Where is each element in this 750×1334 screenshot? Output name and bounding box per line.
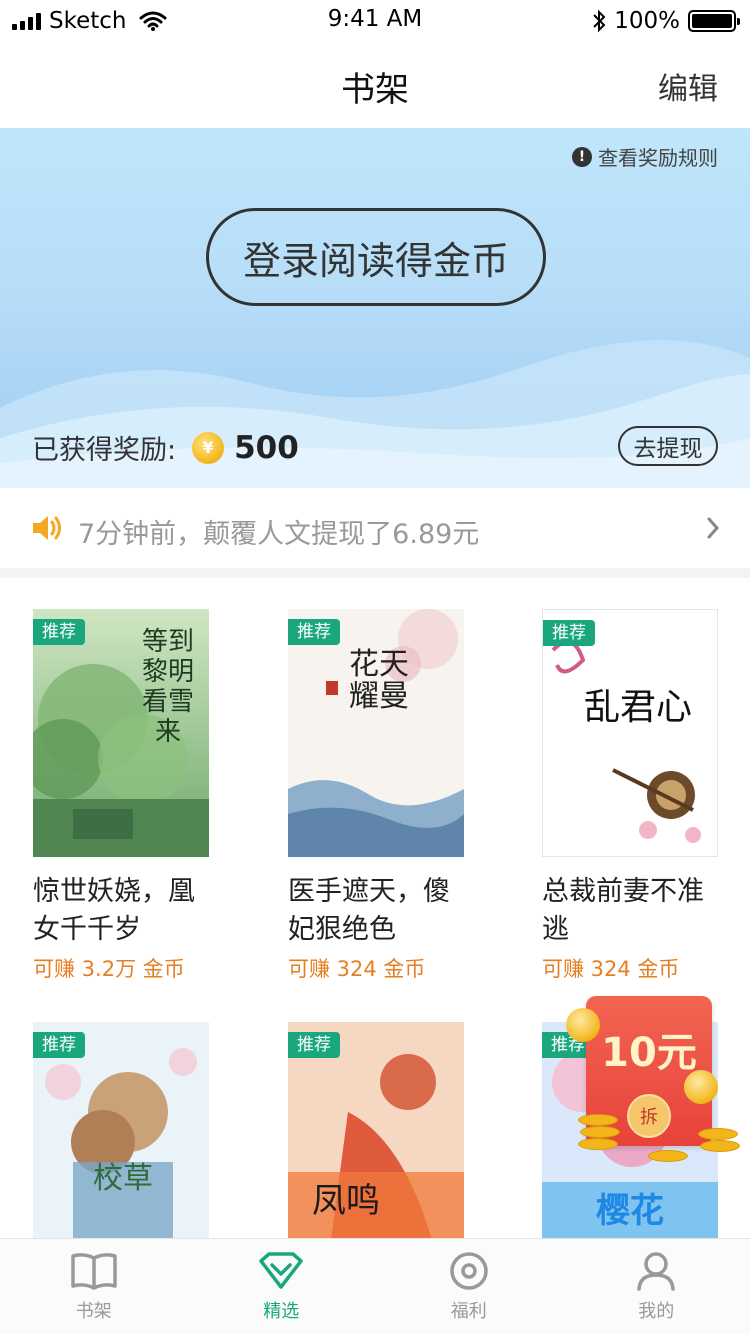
reward-label: 已获得奖励: [32,435,177,466]
book-cover: 推荐 乱君心 [542,609,718,857]
coin-icon [566,1008,600,1042]
coin-stack-icon [578,1114,618,1126]
book-card[interactable]: 推荐 凤鸣 [288,1022,464,1270]
edit-button[interactable]: 编辑 [658,64,718,108]
book-title: 惊世妖娆，凰女千千岁 [33,876,195,945]
tab-bookshelf[interactable]: 书架 [0,1239,188,1334]
bluetooth-icon [593,9,606,33]
recommend-tag: 推荐 [33,1032,85,1058]
page-title: 书架 [341,70,409,110]
coin-stack-icon [648,1150,688,1162]
book-earn: 可赚 324 金币 [542,957,680,981]
coin-stack-icon [698,1128,738,1140]
cover-title: 樱花 [596,1191,664,1231]
coin-icon [684,1070,718,1104]
cover-title: 乱君心 [583,687,692,728]
book-earn: 可赚 324 金币 [288,957,426,981]
reward-rules-link[interactable]: ! 查看奖励规则 [572,142,718,171]
welfare-icon [450,1252,488,1290]
book-icon [71,1253,117,1290]
tab-label: 书架 [75,1301,112,1322]
tab-label: 福利 [450,1301,487,1322]
coin-stack-icon [700,1140,740,1152]
book-title: 总裁前妻不准逃 [542,876,704,945]
coin-stack-icon [580,1126,620,1138]
featured-icon [259,1252,303,1289]
login-read-button[interactable]: 登录阅读得金币 [206,208,546,306]
battery-icon [688,10,740,32]
book-card[interactable]: 推荐 乱君心 总裁前妻不准逃 可赚 324 金币 [542,609,718,983]
reward-rules-label: 查看奖励规则 [598,146,718,170]
section-divider [0,568,750,578]
book-card[interactable]: 推荐 等到黎明看雪来 惊世妖娆，凰女千千岁 可赚 3.2万 金币 [33,609,209,983]
cover-title: 花天耀曼 [349,647,409,714]
profile-icon [637,1252,675,1291]
book-card[interactable]: 推荐 校草 [33,1022,209,1270]
book-cover: 推荐 花天耀曼 [288,609,464,857]
cover-title: 校草 [93,1161,153,1196]
coin-icon: ¥ [192,431,225,464]
reward-banner: ! 查看奖励规则 登录阅读得金币 已获得奖励: ¥ 500 去提现 [0,128,750,488]
info-icon: ! [572,146,592,167]
book-cover: 推荐 凤鸣 [288,1022,464,1270]
cover-title: 凤鸣 [312,1181,380,1221]
tab-featured[interactable]: 精选 [188,1239,376,1334]
book-cover: 推荐 等到黎明看雪来 [33,609,209,857]
book-card[interactable]: 推荐 花天耀曼 医手遮天，傻妃狠绝色 可赚 324 金币 [288,609,464,983]
red-packet-button[interactable]: 10元 拆 [566,990,750,1180]
reward-value: 500 [234,429,299,466]
tab-profile[interactable]: 我的 [563,1239,750,1334]
recommend-tag: 推荐 [543,620,595,646]
notice-text: 7分钟前，颠覆人文提现了6.89元 [78,519,480,550]
status-bar: Sketch 9:41 AM 100% [0,0,750,40]
recommend-tag: 推荐 [288,1032,340,1058]
coin-stack-icon [578,1138,618,1150]
withdraw-notice[interactable]: 7分钟前，颠覆人文提现了6.89元 [0,488,750,570]
speaker-icon [33,516,61,540]
book-cover: 推荐 校草 [33,1022,209,1270]
tab-label: 我的 [638,1301,675,1322]
battery-percent: 100% [614,8,680,34]
cover-title: 等到黎明看雪来 [141,627,194,747]
tab-bar: 书架 精选 福利 我的 [0,1238,750,1334]
tab-label: 精选 [263,1301,300,1322]
chevron-right-icon [707,517,720,539]
tab-welfare[interactable]: 福利 [375,1239,563,1334]
recommend-tag: 推荐 [33,619,85,645]
book-earn: 可赚 3.2万 金币 [33,957,185,981]
recommend-tag: 推荐 [288,619,340,645]
book-title: 医手遮天，傻妃狠绝色 [288,876,450,945]
red-packet-amount: 10元 [601,1030,697,1076]
nav-bar: 书架 编辑 [0,40,750,128]
withdraw-button[interactable]: 去提现 [618,426,718,466]
red-packet-open: 拆 [627,1094,671,1138]
reward-summary: 已获得奖励: ¥ 500 [32,428,299,467]
